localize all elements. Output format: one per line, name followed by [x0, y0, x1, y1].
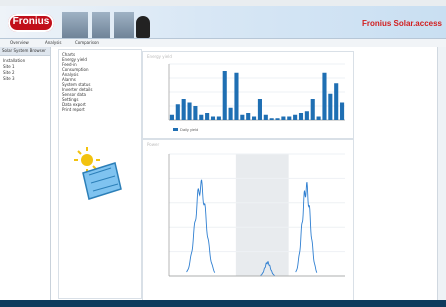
- solar-panel-icon: [69, 145, 129, 205]
- bar: [304, 111, 309, 120]
- night-shade: [235, 154, 289, 276]
- main-content: Solar System Browser Installation Site 1…: [0, 47, 446, 301]
- brand-logo-text: Fronius: [12, 16, 50, 27]
- bar: [169, 114, 174, 120]
- bar: [298, 113, 304, 120]
- footer-bar: [0, 300, 446, 307]
- bar: [293, 114, 298, 120]
- bar: [228, 107, 233, 120]
- bar: [175, 104, 180, 120]
- bar: [334, 83, 339, 120]
- nav-item-comparison[interactable]: Comparison: [75, 40, 99, 45]
- bar: [246, 113, 251, 120]
- system-browser: Solar System Browser Installation Site 1…: [0, 47, 51, 300]
- bar: [193, 106, 198, 120]
- bar: [340, 102, 345, 120]
- navigation-list: Charts Energy yield Feed-in Consumption …: [62, 52, 138, 132]
- navigation-panel: Charts Energy yield Feed-in Consumption …: [58, 49, 142, 299]
- power-panel: Power: [142, 139, 354, 301]
- bar: [263, 114, 268, 120]
- sidebar-item-site-3[interactable]: Site 3: [0, 76, 50, 82]
- nav-item-overview[interactable]: Overview: [10, 40, 29, 45]
- bar: [216, 116, 221, 120]
- header-photo-1: [62, 12, 88, 38]
- top-header: Fronius Fronius Solar.access: [0, 6, 446, 39]
- bar: [187, 102, 192, 120]
- bar: [322, 72, 327, 120]
- legend-label: Daily yield: [180, 127, 198, 132]
- vertical-scrollbar[interactable]: [437, 47, 446, 300]
- bar: [252, 116, 257, 120]
- bar: [310, 99, 315, 120]
- app-title: Fronius Solar.access: [361, 19, 442, 28]
- bar: [210, 116, 216, 120]
- power-chart: [168, 153, 345, 277]
- bar: [269, 118, 274, 120]
- right-blank-area: [356, 47, 446, 300]
- header-photo-3: [114, 12, 134, 38]
- bar: [222, 71, 227, 120]
- bar: [199, 114, 204, 120]
- bar: [275, 118, 280, 120]
- power-series-line: [186, 179, 216, 273]
- bar: [240, 114, 245, 120]
- energy-yield-chart: Daily yield: [168, 63, 345, 132]
- bar: [234, 72, 239, 120]
- nav-list-item[interactable]: Print report: [62, 107, 138, 112]
- nav-item-analysis[interactable]: Analysis: [45, 40, 61, 45]
- bar: [281, 116, 286, 120]
- bar: [257, 99, 262, 120]
- bar: [205, 113, 210, 120]
- brand-logo[interactable]: Fronius: [8, 14, 54, 32]
- header-person: [136, 16, 150, 38]
- system-browser-header: Solar System Browser: [0, 47, 50, 56]
- bar: [181, 99, 186, 120]
- app-window: Fronius Fronius Solar.access Overview An…: [0, 0, 446, 307]
- bar: [287, 116, 292, 120]
- bar: [316, 116, 321, 120]
- legend-swatch: [173, 128, 178, 131]
- bar: [328, 93, 333, 120]
- header-photo-2: [92, 12, 110, 38]
- energy-yield-panel: Energy yield Daily yield: [142, 51, 354, 139]
